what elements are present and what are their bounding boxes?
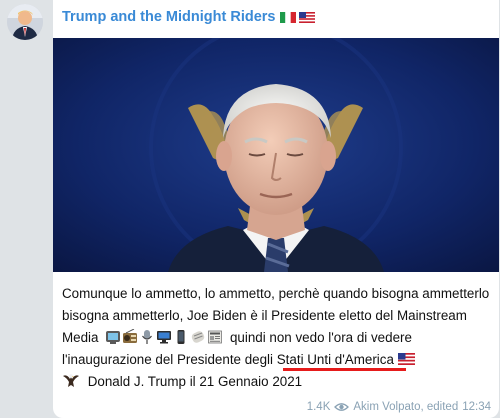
radio-icon — [123, 329, 138, 343]
newspaper-icon — [208, 330, 223, 344]
red-underline-annotation — [283, 368, 406, 371]
post-text: Comunque lo ammetto, lo ammetto, perchè … — [62, 283, 492, 393]
post-text-part3: Donald J. Trump il 21 Gennaio 2021 — [87, 374, 303, 389]
chat-view: Trump and the Midnight Riders Comunque l… — [0, 0, 500, 418]
newspaper-roll-icon — [191, 331, 205, 343]
mobile-phone-icon — [177, 330, 185, 344]
microphone-icon — [142, 330, 153, 344]
text-link[interactable]: Stati Unti d'America — [277, 352, 394, 367]
usa-flag-icon — [299, 11, 316, 23]
message-meta: 1.4K Akim Volpato, edited 12:34 — [307, 401, 491, 413]
tv-icon — [106, 331, 121, 344]
author-signature: Akim Volpato, edited — [353, 401, 459, 413]
message-bubble: Trump and the Midnight Riders Comunque l… — [53, 0, 499, 418]
channel-avatar[interactable] — [7, 4, 43, 40]
usa-flag-icon — [397, 353, 415, 365]
post-photo[interactable] — [53, 38, 499, 272]
computer-icon — [157, 331, 172, 344]
channel-name: Trump and the Midnight Riders — [62, 9, 276, 25]
italy-flag-icon — [280, 11, 297, 23]
channel-name-link[interactable]: Trump and the Midnight Riders — [62, 9, 316, 25]
message-time: 12:34 — [462, 401, 491, 413]
media-emoji-row — [105, 329, 223, 345]
view-count: 1.4K — [306, 401, 331, 413]
eye-icon — [334, 403, 350, 411]
eagle-icon — [63, 374, 79, 387]
